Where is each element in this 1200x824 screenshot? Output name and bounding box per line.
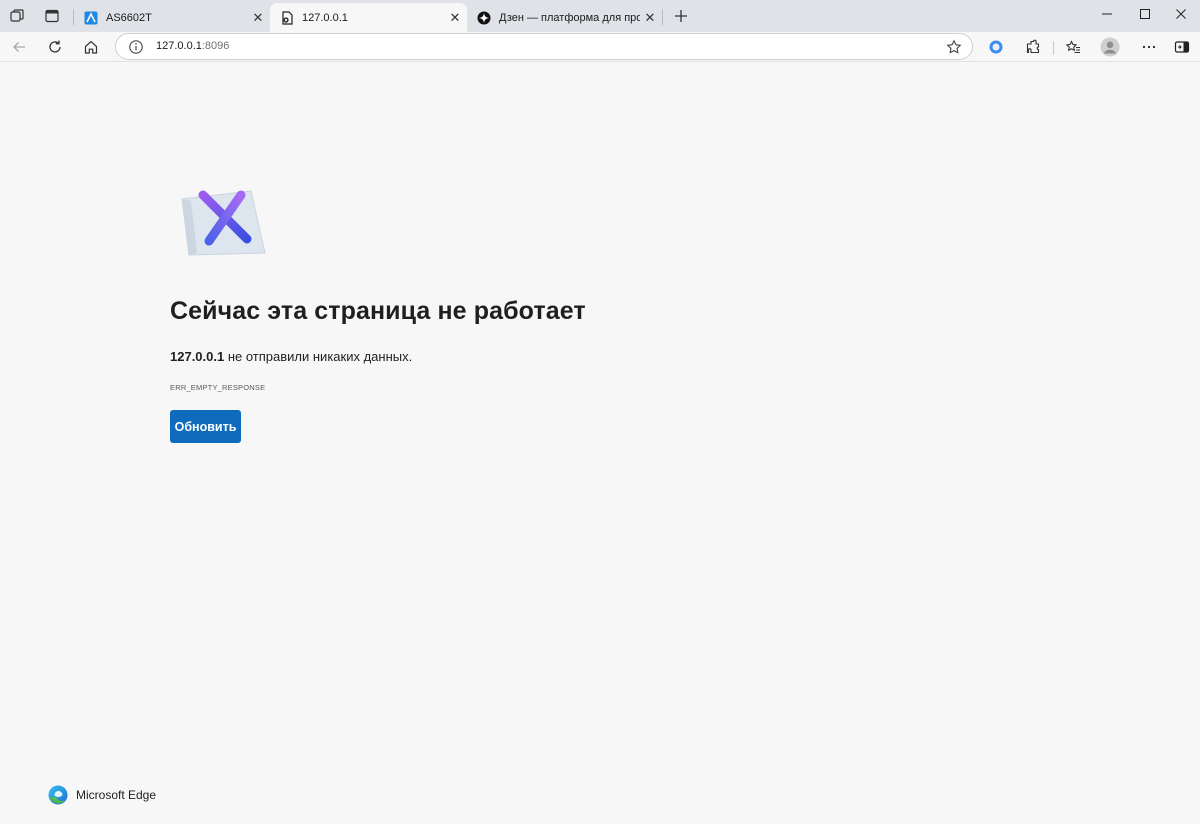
home-icon[interactable] [77,33,105,61]
tab-title: AS6602T [106,11,152,24]
dzen-icon [477,11,491,25]
tab-as6602t[interactable]: AS6602T ✕ [74,3,270,32]
favorite-star-icon[interactable] [946,39,962,55]
tab-title: 127.0.0.1 [302,11,348,24]
close-window-icon[interactable] [1162,0,1200,28]
tab-actions-icon[interactable] [38,4,66,28]
error-message: не отправили никаких данных. [224,349,413,364]
error-page: Сейчас эта страница не работает 127.0.0.… [0,63,1200,824]
maximize-icon[interactable] [1126,0,1164,28]
tab-127-0-0-1[interactable]: 127.0.0.1 ✕ [270,3,467,32]
address-url[interactable]: 127.0.0.1:8096 [156,40,229,52]
extensions-icon[interactable] [1019,33,1047,61]
reload-button[interactable]: Обновить [170,410,241,443]
tab-title: Дзен — платформа для просмот [499,11,640,24]
edge-logo-icon [48,785,68,805]
workspaces-icon[interactable] [3,4,31,28]
toolbar-separator [1053,41,1054,55]
url-port: :8096 [201,40,230,52]
edge-branding: Microsoft Edge [48,785,156,805]
minimize-icon[interactable] [1088,0,1126,28]
toolbar: 127.0.0.1:8096 [0,32,1200,62]
close-tab-icon[interactable]: ✕ [248,8,268,28]
error-host: 127.0.0.1 [170,349,225,364]
new-tab-icon[interactable] [668,4,694,28]
close-tab-icon[interactable]: ✕ [640,8,660,28]
tab-separator [662,9,663,25]
tab-strip: AS6602T ✕ 127.0.0.1 ✕ Дзен — платформа д… [0,0,1200,32]
sidebar-toggle-icon[interactable] [1168,33,1196,61]
error-code: ERR_EMPTY_RESPONSE [170,383,266,392]
tab-dzen[interactable]: Дзен — платформа для просмот ✕ [467,3,662,32]
address-bar[interactable]: 127.0.0.1:8096 [115,33,973,60]
page-error-icon [280,10,294,25]
back-icon[interactable] [5,33,33,61]
error-description: 127.0.0.1 не отправили никаких данных. [170,349,412,364]
error-illustration [175,185,271,261]
site-info-icon[interactable] [128,39,144,55]
error-title: Сейчас эта страница не работает [170,297,586,325]
more-options-icon[interactable] [1135,33,1163,61]
asustor-icon [84,11,98,25]
refresh-icon[interactable] [41,33,69,61]
close-tab-icon[interactable]: ✕ [445,8,465,28]
url-host: 127.0.0.1 [156,40,202,52]
favorites-icon[interactable] [1059,33,1087,61]
profile-avatar-icon[interactable] [1096,33,1124,61]
copilot-icon[interactable] [982,33,1010,61]
brand-name: Microsoft Edge [76,788,157,802]
